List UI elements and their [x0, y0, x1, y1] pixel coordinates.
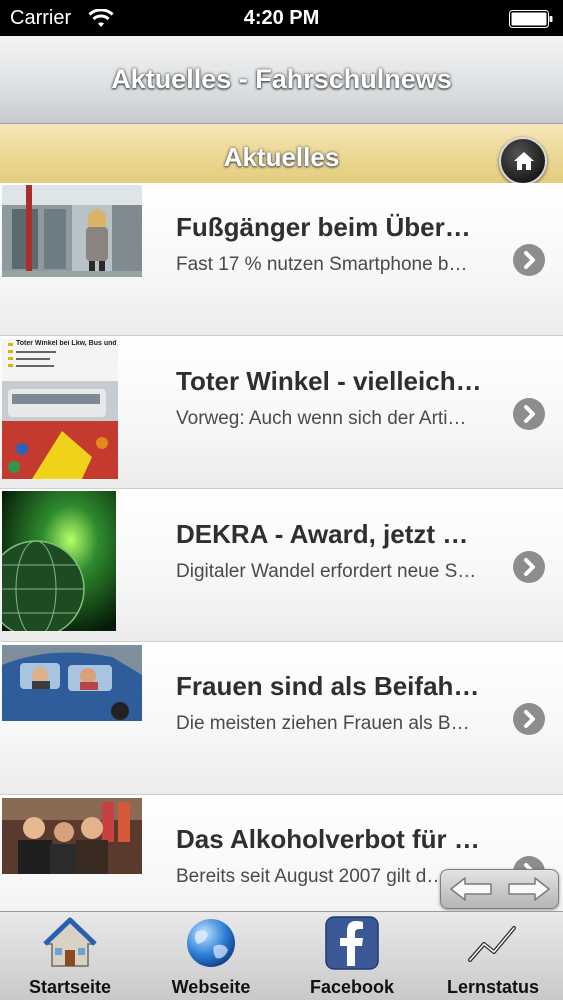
- news-headline: DEKRA - Award, jetzt …: [176, 519, 469, 549]
- news-headline: Frauen sind als Beifah…: [176, 671, 480, 701]
- page-title: Aktuelles - Fahrschulnews: [111, 64, 452, 94]
- thumbnail-caption: Toter Winkel bei Lkw, Bus und Pkw: [16, 340, 116, 347]
- disclosure-chevron-icon[interactable]: [513, 244, 545, 276]
- news-thumbnail: [2, 645, 142, 721]
- tab-label: Webseite: [171, 977, 251, 997]
- news-teaser: Vorweg: Auch wenn sich der Arti…: [176, 408, 467, 429]
- pager-control: [440, 869, 559, 909]
- arrow-left-icon[interactable]: [447, 873, 497, 905]
- tab-label: Lernstatus: [446, 977, 540, 997]
- news-thumbnail: [2, 491, 116, 631]
- news-item[interactable]: Frauen sind als Beifah… Die meisten zieh…: [0, 642, 563, 795]
- news-item[interactable]: Toter Winkel bei Lkw, Bus und Pkw Toter …: [0, 336, 563, 489]
- navigation-bar: Aktuelles - Fahrschulnews: [0, 36, 563, 124]
- news-teaser: Digitaler Wandel erfordert neue S…: [176, 561, 477, 582]
- section-title: Aktuelles: [223, 142, 340, 172]
- clock: 4:20 PM: [243, 7, 320, 29]
- chart-line-icon: [468, 926, 516, 962]
- news-thumbnail: Toter Winkel bei Lkw, Bus und Pkw: [2, 339, 118, 479]
- tab-label: Startseite: [28, 977, 112, 997]
- disclosure-chevron-icon[interactable]: [513, 398, 545, 430]
- tab-label: Facebook: [309, 977, 395, 997]
- section-header: Aktuelles: [0, 124, 563, 186]
- news-headline: Fußgänger beim Über…: [176, 212, 471, 242]
- home-icon: [514, 152, 534, 170]
- tab-lernstatus[interactable]: Lernstatus: [423, 912, 563, 1000]
- news-thumbnail: [2, 798, 142, 874]
- news-headline: Das Alkoholverbot für …: [176, 824, 480, 854]
- disclosure-chevron-icon[interactable]: [513, 703, 545, 735]
- tab-facebook[interactable]: Facebook: [282, 912, 422, 1000]
- news-teaser: Die meisten ziehen Frauen als B…: [176, 713, 470, 734]
- disclosure-chevron-icon[interactable]: [513, 551, 545, 583]
- news-list[interactable]: Fußgänger beim Über… Fast 17 % nutzen Sm…: [0, 183, 563, 911]
- news-thumbnail: [2, 185, 142, 277]
- facebook-icon: [325, 916, 379, 970]
- news-teaser: Fast 17 % nutzen Smartphone b…: [176, 254, 468, 275]
- news-headline: Toter Winkel - vielleich…: [176, 366, 482, 396]
- status-bar: Carrier 4:20 PM: [0, 0, 563, 36]
- tab-webseite[interactable]: Webseite: [141, 912, 281, 1000]
- arrow-right-icon[interactable]: [503, 873, 553, 905]
- home-button[interactable]: [499, 137, 547, 185]
- tab-startseite[interactable]: Startseite: [0, 912, 140, 1000]
- house-icon: [43, 917, 97, 967]
- globe-icon: [187, 919, 235, 967]
- news-item[interactable]: Fußgänger beim Über… Fast 17 % nutzen Sm…: [0, 183, 563, 336]
- battery-icon: [509, 10, 553, 28]
- news-item[interactable]: DEKRA - Award, jetzt … Digitaler Wandel …: [0, 489, 563, 642]
- tab-bar: Startseite Webseite Facebook Lernstatus: [0, 911, 563, 1000]
